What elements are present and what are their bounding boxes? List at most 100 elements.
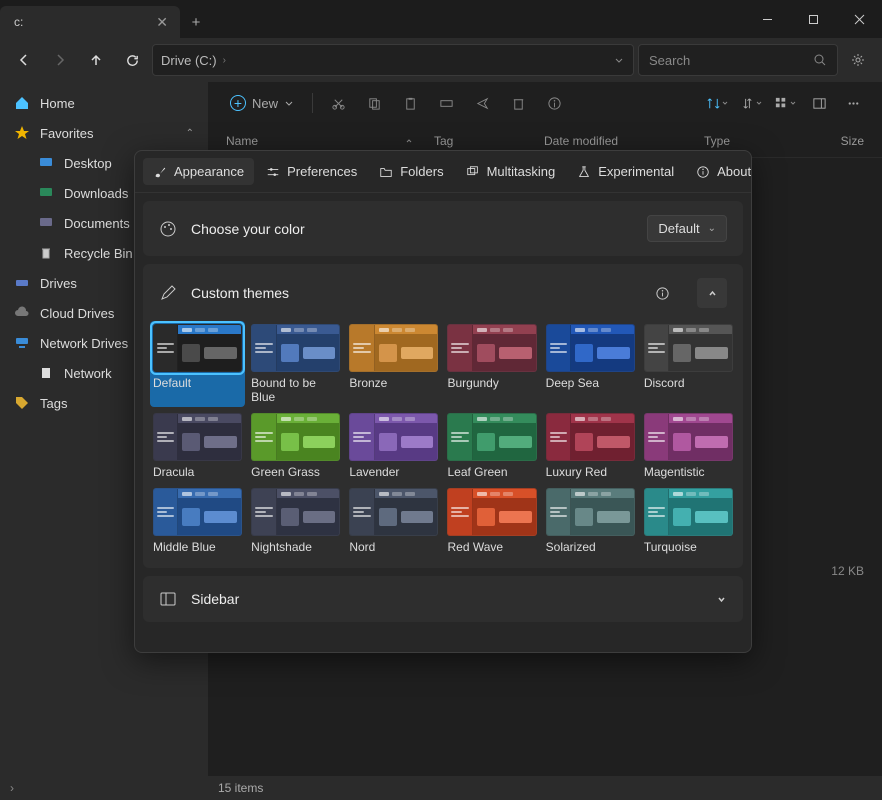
address-dropdown-icon[interactable]: [613, 54, 625, 66]
trash-icon: [38, 246, 54, 260]
settings-tabs: Appearance Preferences Folders Multitask…: [135, 151, 751, 193]
palette-icon: [159, 220, 177, 238]
theme-option[interactable]: Luxury Red: [546, 413, 635, 479]
forward-button[interactable]: [44, 44, 76, 76]
settings-dialog: Appearance Preferences Folders Multitask…: [134, 150, 752, 653]
theme-option[interactable]: Deep Sea: [546, 324, 635, 404]
rename-button[interactable]: [431, 88, 461, 118]
up-button[interactable]: [80, 44, 112, 76]
column-date[interactable]: Date modified: [544, 134, 704, 148]
status-bar: › 15 items: [0, 776, 882, 800]
preview-pane-button[interactable]: [804, 88, 834, 118]
tab-experimental[interactable]: Experimental: [567, 158, 684, 185]
sidebar-label: Tags: [40, 396, 67, 411]
sidebar-label: Desktop: [64, 156, 112, 171]
tab-close-icon[interactable]: ✕: [156, 14, 168, 31]
collapse-button[interactable]: [697, 278, 727, 308]
search-placeholder: Search: [649, 53, 690, 68]
theme-option[interactable]: Discord: [644, 324, 733, 404]
theme-preview: [349, 324, 438, 372]
back-button[interactable]: [8, 44, 40, 76]
sidebar-label: Documents: [64, 216, 130, 231]
theme-option[interactable]: Dracula: [153, 413, 242, 479]
minimize-button[interactable]: [744, 0, 790, 38]
sidebar-label: Network: [64, 366, 112, 381]
new-button[interactable]: + New: [222, 91, 302, 115]
theme-label: Burgundy: [447, 376, 536, 390]
share-button[interactable]: [467, 88, 497, 118]
chevron-up-icon[interactable]: ⌃: [186, 128, 194, 139]
cut-button[interactable]: [323, 88, 353, 118]
theme-option[interactable]: Green Grass: [251, 413, 340, 479]
theme-option[interactable]: Bound to be Blue: [251, 324, 340, 404]
theme-preview: [153, 413, 242, 461]
window-tab[interactable]: c: ✕: [0, 6, 180, 38]
more-button[interactable]: [838, 88, 868, 118]
theme-option[interactable]: Magentistic: [644, 413, 733, 479]
theme-label: Middle Blue: [153, 540, 242, 554]
column-name[interactable]: Name: [226, 134, 434, 148]
theme-option[interactable]: Burgundy: [447, 324, 536, 404]
new-tab-button[interactable]: +: [180, 6, 212, 38]
theme-label: Solarized: [546, 540, 635, 554]
maximize-button[interactable]: [790, 0, 836, 38]
info-icon: [696, 165, 710, 179]
layout-button[interactable]: [770, 88, 800, 118]
address-bar[interactable]: Drive (C:) ›: [152, 44, 634, 76]
theme-preview: [447, 488, 536, 536]
column-tag[interactable]: Tag: [434, 134, 544, 148]
theme-label: Deep Sea: [546, 376, 635, 390]
theme-preview: [447, 324, 536, 372]
chevron-down-icon: [716, 594, 727, 605]
folder-icon: [379, 165, 393, 179]
tab-appearance[interactable]: Appearance: [143, 158, 254, 185]
theme-option[interactable]: Turquoise: [644, 488, 733, 554]
theme-option[interactable]: Leaf Green: [447, 413, 536, 479]
settings-body: Choose your color Default ⌄ Custom theme…: [135, 193, 751, 652]
theme-option[interactable]: Lavender: [349, 413, 438, 479]
paste-button[interactable]: [395, 88, 425, 118]
theme-label: Magentistic: [644, 465, 733, 479]
theme-preview: [251, 324, 340, 372]
group-button[interactable]: [736, 88, 766, 118]
theme-preview: [349, 413, 438, 461]
refresh-button[interactable]: [116, 44, 148, 76]
theme-option[interactable]: Solarized: [546, 488, 635, 554]
title-bar: c: ✕ +: [0, 0, 882, 38]
tab-multitasking[interactable]: Multitasking: [456, 158, 566, 185]
section-sidebar[interactable]: Sidebar: [143, 576, 743, 622]
sidebar-item-home[interactable]: Home: [0, 88, 208, 118]
sort-button[interactable]: [702, 88, 732, 118]
sidebar-item-favorites[interactable]: Favorites ⌃: [0, 118, 208, 148]
theme-option[interactable]: Nord: [349, 488, 438, 554]
column-size[interactable]: Size: [814, 134, 864, 148]
theme-option[interactable]: Middle Blue: [153, 488, 242, 554]
theme-option[interactable]: Red Wave: [447, 488, 536, 554]
action-bar: + New: [208, 82, 882, 124]
status-chevron-icon[interactable]: ›: [10, 781, 14, 795]
theme-option[interactable]: Nightshade: [251, 488, 340, 554]
settings-button[interactable]: [842, 44, 874, 76]
tab-folders[interactable]: Folders: [369, 158, 453, 185]
themes-info-button[interactable]: [647, 278, 677, 308]
copy-button[interactable]: [359, 88, 389, 118]
properties-button[interactable]: [539, 88, 569, 118]
theme-option[interactable]: Default: [150, 321, 245, 407]
search-input[interactable]: Search: [638, 44, 838, 76]
theme-option[interactable]: Bronze: [349, 324, 438, 404]
tab-preferences[interactable]: Preferences: [256, 158, 367, 185]
column-type[interactable]: Type: [704, 134, 814, 148]
chevron-down-icon: [284, 98, 294, 108]
section-title: Choose your color: [191, 221, 633, 237]
toolbar: Drive (C:) › Search: [0, 38, 882, 82]
theme-preview: [546, 413, 635, 461]
theme-label: Green Grass: [251, 465, 340, 479]
section-title: Custom themes: [191, 285, 627, 301]
color-dropdown[interactable]: Default ⌄: [647, 215, 727, 242]
cloud-icon: [14, 305, 30, 321]
brush-icon: [153, 165, 167, 179]
theme-label: Turquoise: [644, 540, 733, 554]
tab-about[interactable]: About: [686, 158, 752, 185]
window-close-button[interactable]: [836, 0, 882, 38]
delete-button[interactable]: [503, 88, 533, 118]
